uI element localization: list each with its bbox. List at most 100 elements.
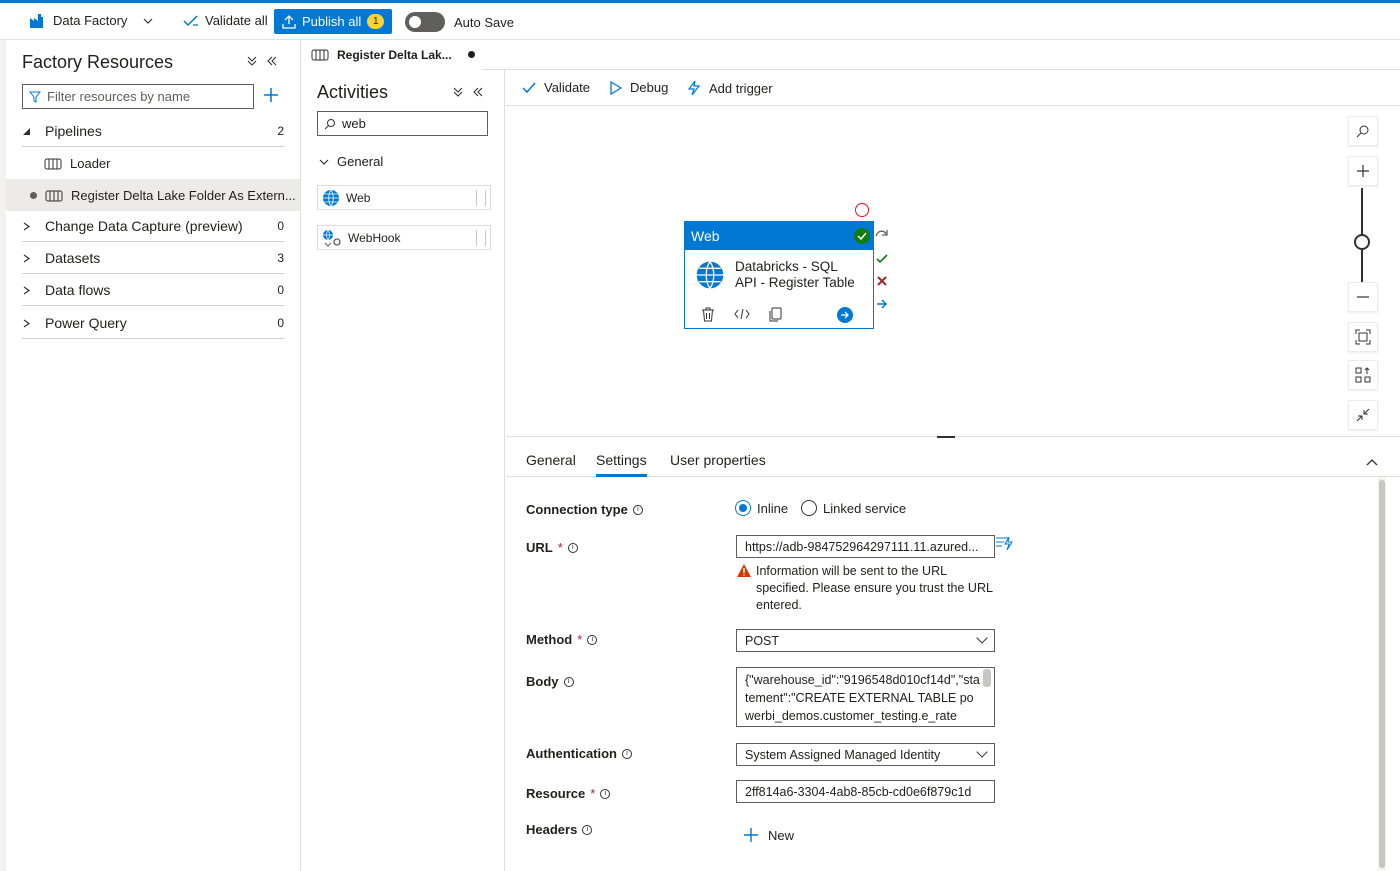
- group-count: 0: [277, 219, 284, 233]
- tree-group-power-query[interactable]: Power Query 0: [22, 308, 284, 339]
- node-header[interactable]: Web: [685, 222, 873, 250]
- tree-group-pipelines[interactable]: Pipelines 2: [22, 116, 284, 147]
- completion-connector-icon[interactable]: [876, 298, 888, 313]
- data-factory-menu[interactable]: Data Factory: [30, 13, 153, 28]
- pipeline-toolbar: Validate Debug Add trigger: [506, 70, 1400, 106]
- skip-connector-icon[interactable]: [875, 227, 889, 242]
- chevron-up-icon[interactable]: [1366, 454, 1378, 469]
- auto-save-toggle[interactable]: Auto Save: [405, 12, 514, 32]
- drag-handle[interactable]: [476, 230, 486, 246]
- activities-section-general[interactable]: General: [319, 154, 383, 169]
- required-marker: *: [590, 786, 596, 801]
- pipeline-item-loader[interactable]: Loader: [44, 148, 110, 179]
- activity-node-web[interactable]: Web Databricks - SQL API - Register Tabl…: [684, 221, 874, 329]
- publish-count-badge: 1: [367, 14, 385, 29]
- tab-label: Register Delta Lak...: [337, 47, 452, 62]
- unsaved-dot-icon[interactable]: [467, 51, 475, 58]
- success-connector-icon[interactable]: [876, 252, 888, 267]
- properties-scrollbar-thumb[interactable]: [1379, 480, 1385, 868]
- activity-web[interactable]: Web: [317, 185, 491, 210]
- collapse-all-icon[interactable]: [247, 54, 257, 69]
- activity-webhook[interactable]: WebHook: [317, 225, 491, 250]
- activities-search-input[interactable]: web: [317, 111, 488, 136]
- required-marker: *: [557, 540, 563, 555]
- info-icon[interactable]: i: [622, 748, 632, 759]
- pipeline-canvas[interactable]: Web Databricks - SQL API - Register Tabl…: [506, 106, 1400, 438]
- auto-save-label: Auto Save: [454, 14, 514, 30]
- publish-all-label: Publish all: [302, 14, 362, 29]
- radio-button-selected[interactable]: [735, 500, 751, 516]
- warning-icon: [736, 563, 752, 581]
- node-name-line1: Databricks - SQL: [735, 259, 838, 274]
- method-select[interactable]: POST: [736, 629, 995, 652]
- radio-inline[interactable]: Inline: [735, 500, 788, 516]
- add-trigger-button[interactable]: Add trigger: [687, 80, 773, 96]
- filter-placeholder: Filter resources by name: [47, 89, 191, 104]
- radio-linked-service[interactable]: Linked service: [801, 500, 906, 516]
- node-name: Databricks - SQL API - Register Table: [735, 259, 855, 291]
- minimize-panel-icon[interactable]: [473, 85, 483, 100]
- tab-settings[interactable]: Settings: [596, 452, 647, 468]
- publish-all-button[interactable]: Publish all 1: [274, 9, 393, 34]
- add-header-button[interactable]: New: [743, 827, 794, 843]
- tree-group-datasets[interactable]: Datasets 3: [22, 243, 284, 274]
- delete-icon[interactable]: [701, 307, 715, 325]
- textarea-scrollbar[interactable]: [983, 669, 991, 687]
- debug-button[interactable]: Debug: [610, 80, 668, 95]
- plus-icon: [744, 828, 758, 842]
- search-canvas-icon[interactable]: [1348, 116, 1378, 146]
- app-name: Data Factory: [53, 13, 128, 28]
- info-icon[interactable]: i: [587, 634, 598, 645]
- chevron-down-icon: [319, 159, 329, 165]
- add-resource-icon[interactable]: [263, 87, 279, 106]
- zoom-out-icon[interactable]: [1348, 282, 1378, 312]
- filter-resources-input[interactable]: Filter resources by name: [22, 84, 254, 109]
- info-icon[interactable]: i: [632, 504, 643, 515]
- method-value: POST: [745, 633, 780, 648]
- drag-handle[interactable]: [476, 190, 486, 206]
- copy-icon[interactable]: [768, 307, 782, 325]
- activities-title: Activities: [317, 82, 389, 102]
- group-label: Datasets: [45, 250, 101, 266]
- error-indicator-icon[interactable]: [855, 203, 869, 217]
- failure-connector-icon[interactable]: [876, 275, 888, 290]
- validate-button[interactable]: Validate: [522, 80, 590, 95]
- auto-align-icon[interactable]: [1348, 360, 1378, 390]
- radio-button[interactable]: [801, 500, 817, 516]
- active-tab-indicator: [596, 474, 647, 477]
- tab-user-properties[interactable]: User properties: [670, 452, 766, 468]
- tree-group-cdc[interactable]: Change Data Capture (preview) 0: [22, 211, 284, 242]
- label-text: Connection type: [526, 502, 628, 517]
- label-text: URL: [526, 540, 553, 555]
- body-textarea[interactable]: {"warehouse_id":"9196548d010cf14d","stat…: [736, 667, 995, 727]
- validate-check-icon: [183, 14, 198, 26]
- caret-collapsed-icon: [23, 222, 31, 230]
- fit-to-screen-icon[interactable]: [1348, 322, 1378, 352]
- arrow-right-icon[interactable]: [837, 307, 853, 323]
- label-text: Body: [526, 674, 559, 689]
- code-icon[interactable]: [734, 308, 750, 323]
- dynamic-content-icon[interactable]: [995, 535, 1013, 554]
- authentication-select[interactable]: System Assigned Managed Identity: [736, 743, 995, 766]
- info-icon[interactable]: i: [582, 824, 593, 835]
- validate-all-button[interactable]: Validate all: [183, 13, 268, 28]
- group-count: 2: [277, 124, 284, 138]
- info-icon[interactable]: i: [563, 676, 574, 687]
- info-icon[interactable]: i: [567, 542, 578, 553]
- zoom-slider-thumb[interactable]: [1354, 234, 1370, 250]
- info-icon[interactable]: i: [600, 788, 611, 799]
- activity-label: WebHook: [348, 230, 401, 245]
- tree-group-dataflows[interactable]: Data flows 0: [22, 275, 284, 306]
- radio-label: Linked service: [823, 500, 907, 516]
- pipeline-tab[interactable]: Register Delta Lak...: [301, 40, 482, 70]
- zoom-in-icon[interactable]: [1348, 156, 1378, 186]
- url-input[interactable]: https://adb-984752964297111.11.azured...: [736, 535, 995, 558]
- tab-general[interactable]: General: [526, 452, 576, 468]
- collapse-canvas-icon[interactable]: [1348, 400, 1378, 430]
- collapse-all-icon[interactable]: [453, 85, 463, 100]
- minimize-panel-icon[interactable]: [267, 54, 277, 69]
- globe-icon: [695, 260, 725, 293]
- resource-input[interactable]: 2ff814a6-3304-4ab8-85cb-cd0e6f879c1d: [736, 780, 995, 803]
- toggle-switch[interactable]: [405, 12, 445, 32]
- pipeline-item-register-delta[interactable]: Register Delta Lake Folder As Extern...: [30, 180, 296, 211]
